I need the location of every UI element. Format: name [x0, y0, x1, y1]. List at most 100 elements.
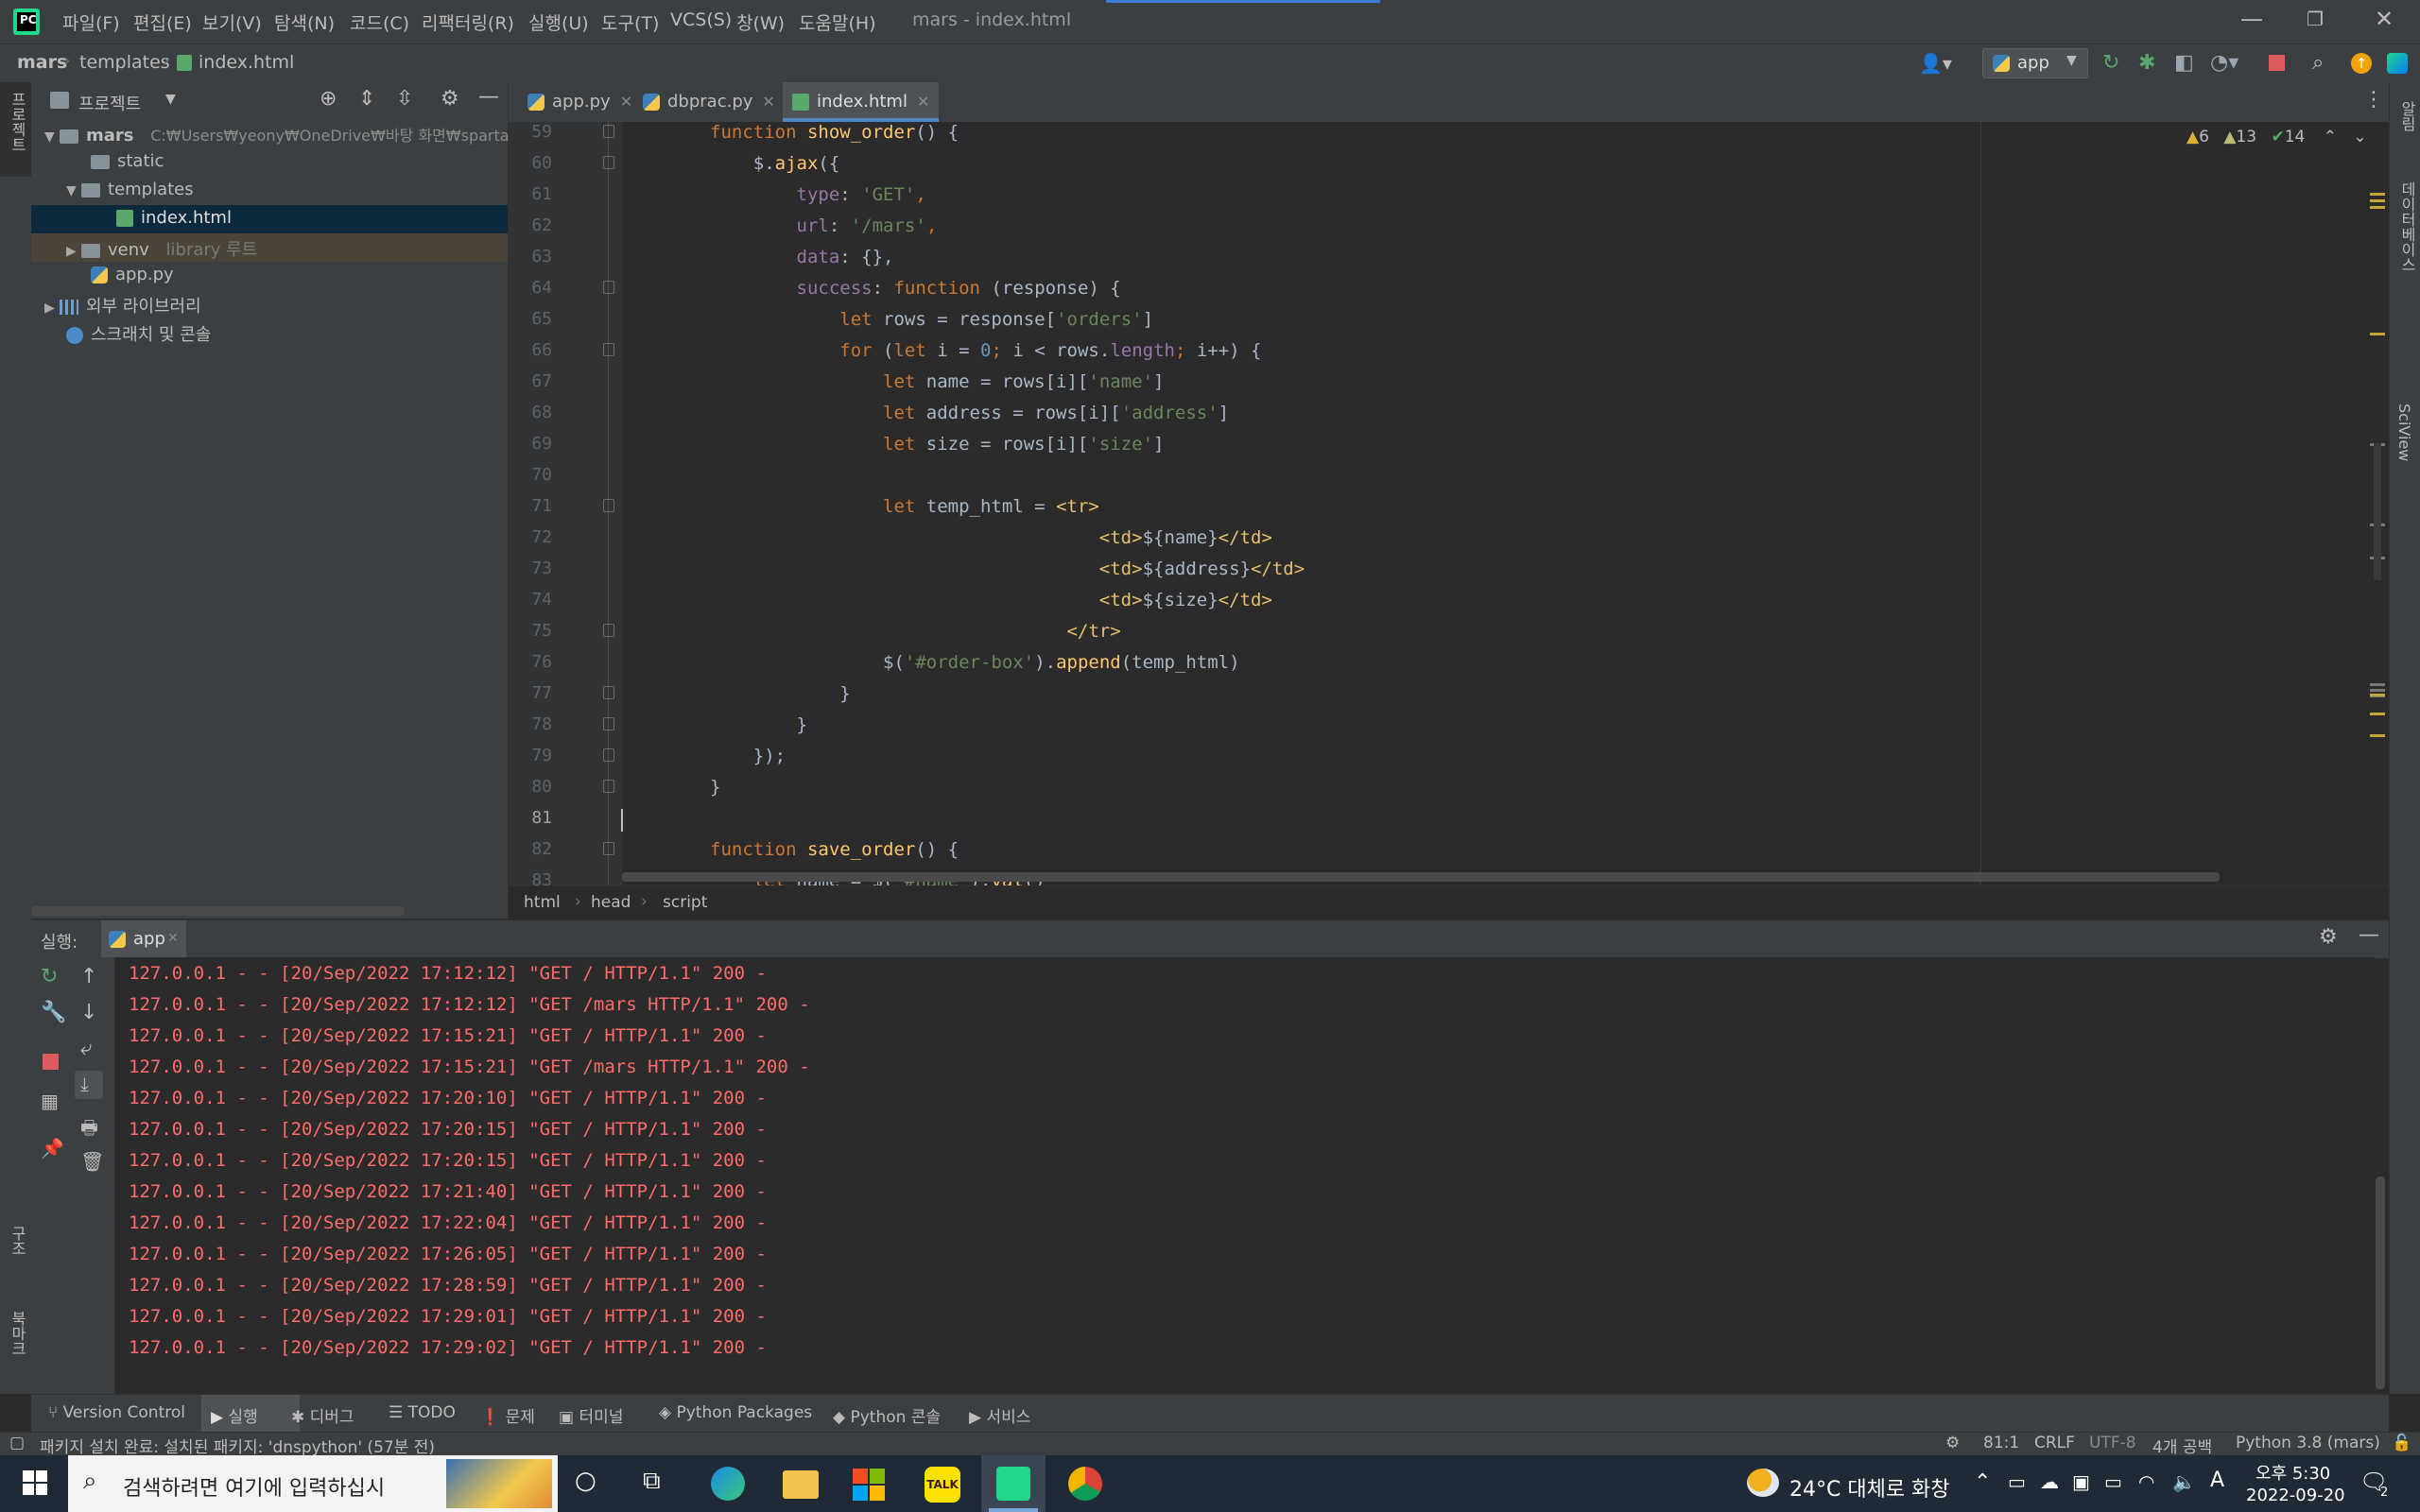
arrow-up-icon[interactable]: ↑	[80, 965, 97, 988]
collapse-all-icon[interactable]: ⇳	[396, 87, 413, 111]
layout-icon[interactable]: ▦	[41, 1090, 59, 1112]
error-stripe[interactable]	[2366, 122, 2387, 885]
menu-refactor[interactable]: 리팩터링(R)	[422, 9, 514, 35]
code-line[interactable]: }	[710, 683, 850, 704]
fold-marker-icon[interactable]	[603, 717, 614, 730]
stop-icon[interactable]	[2269, 55, 2285, 71]
gear-icon[interactable]: ⚙	[2319, 925, 2338, 949]
arrow-down-icon[interactable]: ↓	[80, 1001, 97, 1024]
onedrive-icon[interactable]: ☁	[2040, 1470, 2059, 1493]
fold-marker-icon[interactable]	[603, 343, 614, 356]
update-icon[interactable]: ↑	[2351, 53, 2372, 74]
profile-icon[interactable]: ◔▾	[2210, 51, 2238, 75]
menu-view[interactable]: 보기(V)	[202, 9, 262, 35]
tab-dbprac-py[interactable]: dbprac.py ✕	[633, 82, 785, 122]
project-hscrollbar[interactable]	[31, 906, 405, 916]
code-line[interactable]: url: '/mars',	[710, 215, 938, 236]
expand-all-icon[interactable]: ⇕	[358, 87, 375, 111]
code-line[interactable]: <td>${address}</td>	[710, 558, 1305, 579]
trash-icon[interactable]: 🗑	[80, 1150, 104, 1173]
file-explorer-icon[interactable]	[783, 1470, 819, 1499]
tree-item-app-py[interactable]: app.py	[91, 265, 174, 284]
code-line[interactable]: success: function (response) {	[710, 278, 1121, 299]
line-number[interactable]: 70	[509, 465, 552, 485]
edge-icon[interactable]	[711, 1467, 745, 1501]
menu-help[interactable]: 도움말(H)	[799, 9, 876, 35]
scroll-to-end-button[interactable]: ⤓	[75, 1071, 103, 1099]
ime-indicator[interactable]: A	[2210, 1469, 2224, 1492]
tooltab-todo[interactable]: ☰ TODO	[389, 1403, 456, 1422]
editor-vscrollbar-thumb[interactable]	[2374, 443, 2381, 580]
fold-marker-icon[interactable]	[603, 780, 614, 793]
bookmarks-tool-tab[interactable]: 북마크	[0, 1301, 31, 1377]
code-line[interactable]: type: 'GET',	[710, 184, 926, 205]
pin-icon[interactable]: 📌	[41, 1137, 64, 1160]
tooltab-python-packages[interactable]: ◈ Python Packages	[659, 1403, 812, 1422]
menu-tools[interactable]: 도구(T)	[601, 9, 659, 35]
device-icon[interactable]: ▣	[2072, 1470, 2090, 1493]
hide-panel-icon[interactable]: —	[2359, 923, 2379, 947]
restore-button[interactable]: ❐	[2307, 8, 2324, 30]
cortana-icon[interactable]: ○	[575, 1467, 596, 1495]
tree-item-venv[interactable]: ▶ venv library 루트	[66, 236, 257, 261]
rerun-icon[interactable]: ↻	[2102, 51, 2119, 75]
tooltab-version-control[interactable]: ⑂ Version Control	[48, 1403, 185, 1422]
editor-hscrollbar[interactable]	[622, 872, 2220, 882]
close-icon[interactable]: ✕	[167, 931, 179, 946]
coverage-icon[interactable]: ◧	[2174, 51, 2194, 75]
run-config-select[interactable]: app ▼	[1982, 48, 2088, 78]
fold-marker-icon[interactable]	[603, 156, 614, 169]
search-icon[interactable]: ⌕	[2312, 51, 2324, 75]
line-number[interactable]: 77	[509, 683, 552, 703]
wifi-icon[interactable]: ◠	[2138, 1470, 2154, 1493]
weather-text[interactable]: 24°C 대체로 화창	[1789, 1472, 1950, 1503]
line-number[interactable]: 73	[509, 558, 552, 578]
code-line[interactable]: data: {},	[710, 247, 894, 267]
line-number[interactable]: 82	[509, 839, 552, 859]
fold-marker-icon[interactable]	[603, 748, 614, 762]
volume-icon[interactable]: 🔈	[2172, 1470, 2196, 1493]
tooltab-run[interactable]: ▶ 실행	[211, 1403, 258, 1427]
locate-icon[interactable]: ⊕	[320, 87, 337, 111]
menu-vcs[interactable]: VCS(S)	[670, 9, 732, 30]
path-crumb-html[interactable]: html	[524, 893, 561, 912]
line-number[interactable]: 72	[509, 527, 552, 547]
code-line[interactable]: </tr>	[710, 621, 1120, 642]
task-view-icon[interactable]: ⧉	[643, 1467, 661, 1496]
user-icon[interactable]: 👤▾	[1919, 52, 1952, 75]
taskbar-search-box[interactable]: ⌕ 검색하려면 여기에 입력하십시	[68, 1455, 558, 1512]
more-tabs-icon[interactable]: ⋮	[2363, 88, 2384, 112]
chrome-icon[interactable]	[1068, 1467, 1102, 1501]
close-icon[interactable]: ✕	[620, 93, 632, 111]
kakaotalk-icon[interactable]: TALK	[925, 1467, 960, 1503]
tree-item-index-html[interactable]: index.html	[116, 208, 232, 228]
tree-root-mars[interactable]: ▼ mars C:₩Users₩yeony₩OneDrive₩바탕 화면₩spar…	[44, 123, 524, 146]
status-message[interactable]: 패키지 설치 완료: 설치된 패키지: 'dnspython' (57분 전)	[40, 1434, 435, 1457]
path-crumb-head[interactable]: head	[591, 893, 631, 912]
code-line[interactable]: for (let i = 0; i < rows.length; i++) {	[710, 340, 1261, 361]
line-number[interactable]: 64	[509, 278, 552, 298]
code-line[interactable]: $.ajax({	[710, 153, 840, 174]
chevron-down-icon[interactable]: ⌄	[2353, 128, 2366, 146]
meet-icon[interactable]: ▭	[2008, 1470, 2026, 1493]
structure-tool-tab[interactable]: 구조	[0, 1216, 31, 1292]
path-crumb-script[interactable]: script	[663, 893, 707, 912]
code-line[interactable]: }	[710, 714, 807, 735]
tab-app-py[interactable]: app.py ✕	[518, 82, 642, 122]
tab-index-html[interactable]: index.html ✕	[783, 82, 940, 122]
chevron-up-icon[interactable]: ⌃	[1974, 1470, 1991, 1494]
tree-item-static[interactable]: static	[91, 151, 164, 171]
tree-item-external-libraries[interactable]: ▶ 외부 라이브러리	[44, 293, 201, 318]
project-panel-title[interactable]: 프로젝트	[78, 91, 141, 115]
menu-navigate[interactable]: 탐색(N)	[274, 9, 335, 35]
menu-file[interactable]: 파일(F)	[62, 9, 120, 35]
windows-start-icon[interactable]	[23, 1470, 47, 1495]
code-line[interactable]: let rows = response['orders']	[710, 309, 1153, 330]
line-number[interactable]: 65	[509, 309, 552, 329]
line-number[interactable]: 67	[509, 371, 552, 391]
code-line[interactable]: }	[710, 777, 720, 798]
minimize-button[interactable]: —	[2240, 6, 2263, 32]
file-encoding[interactable]: UTF-8	[2089, 1434, 2136, 1452]
code-line[interactable]: let size = rows[i]['size']	[710, 434, 1164, 455]
tooltab-problems[interactable]: ❗ 문제	[480, 1403, 535, 1427]
